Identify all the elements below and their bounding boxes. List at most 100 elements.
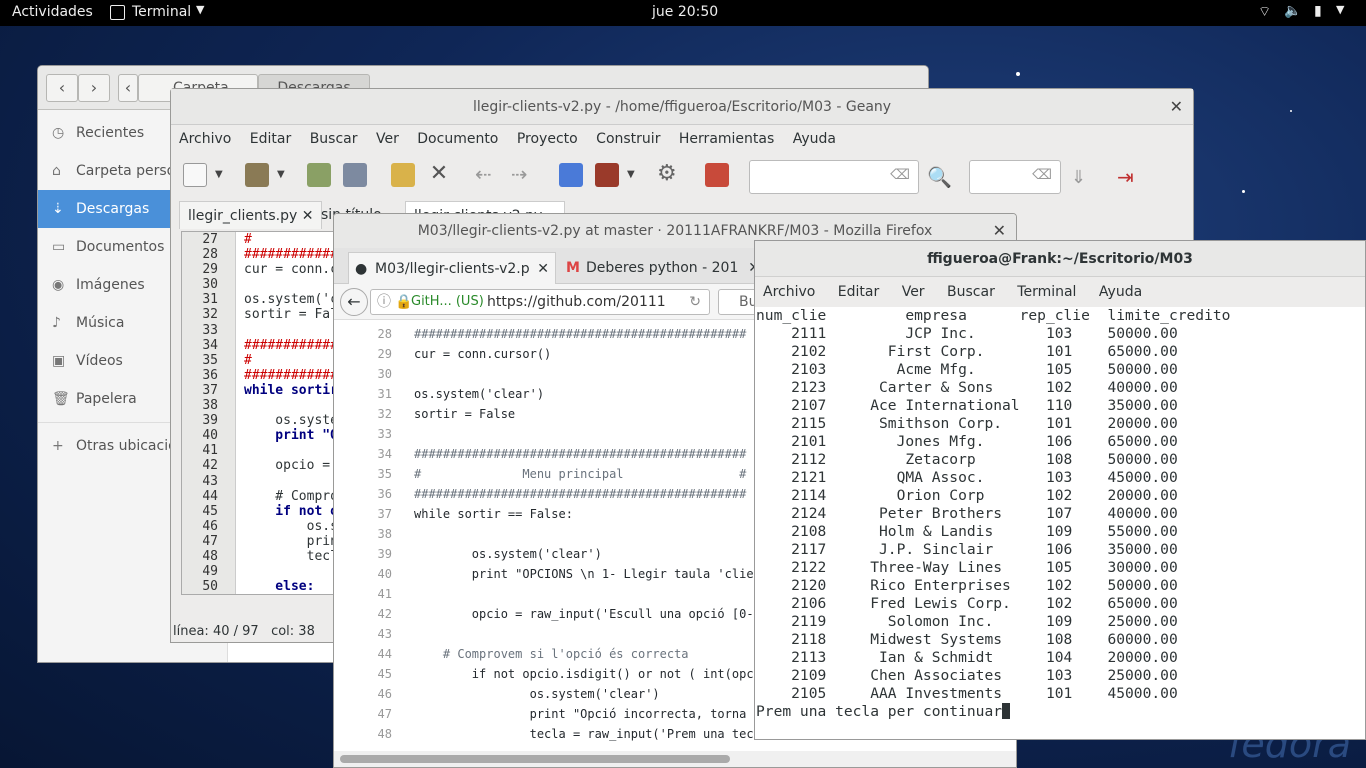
menu-documento[interactable]: Documento — [417, 131, 498, 147]
wifi-icon[interactable]: ⌔ — [1258, 3, 1271, 21]
chevron-down-icon[interactable]: ▼ — [1336, 3, 1344, 16]
quit-icon[interactable]: ⇥ — [1117, 165, 1134, 189]
forward-button[interactable]: › — [78, 74, 110, 102]
gear-icon[interactable]: ⚙ — [657, 163, 681, 187]
goto-line-input[interactable]: ⌫ — [969, 160, 1061, 194]
close-icon[interactable]: ✕ — [537, 253, 549, 285]
code-line: 28 ############ — [182, 247, 340, 262]
open-folder-icon[interactable] — [245, 163, 269, 187]
table-row: 2119 Solomon Inc. 109 25000.00 — [756, 613, 1178, 630]
build-icon[interactable] — [595, 163, 619, 187]
menu-editar[interactable]: Editar — [250, 131, 291, 147]
chevron-down-icon[interactable]: ▼ — [627, 163, 639, 187]
trash-icon: 🗑 — [52, 391, 70, 407]
line-number: 42 — [377, 607, 392, 621]
clear-icon[interactable]: ⌫ — [1032, 167, 1052, 183]
star — [1242, 190, 1245, 193]
line-text: cur = conn.cursor() — [414, 347, 552, 361]
clear-icon[interactable]: ⌫ — [890, 167, 910, 183]
menu-buscar[interactable]: Buscar — [310, 131, 358, 147]
menu-ayuda[interactable]: Ayuda — [793, 131, 836, 147]
search-input[interactable]: ⌫ — [749, 160, 919, 194]
chevron-down-icon[interactable]: ▼ — [196, 3, 204, 16]
menu-proyecto[interactable]: Proyecto — [517, 131, 578, 147]
activities-button[interactable]: Actividades — [12, 4, 93, 20]
menu-editar[interactable]: Editar — [838, 284, 879, 300]
new-file-icon[interactable] — [183, 163, 207, 187]
line-text: os.system('clear') — [414, 687, 660, 701]
line-number: 45 — [377, 667, 392, 681]
line-text: else: — [244, 579, 315, 595]
line-number: 42 — [202, 458, 218, 474]
line-text: ############ — [244, 367, 338, 383]
back-button[interactable]: ‹ — [46, 74, 78, 102]
line-number: 34 — [377, 447, 392, 461]
url-bar[interactable]: ⓘ 🔒 GitH... (US) https://github.com/2011… — [370, 289, 710, 315]
line-text: sortir = False — [414, 407, 516, 421]
code-line: 44 # Compro — [182, 489, 340, 504]
line-text: ############ — [244, 337, 338, 353]
tab-gmail[interactable]: M Deberes python - 201 ✕ — [560, 252, 760, 284]
menu-archivo[interactable]: Archivo — [179, 131, 231, 147]
clock[interactable]: jue 20:50 — [652, 4, 718, 20]
save-all-icon[interactable] — [343, 163, 367, 187]
terminal-titlebar: ffigueroa@Frank:~/Escritorio/M03 — [755, 241, 1365, 277]
close-icon[interactable]: ✕ — [302, 208, 314, 224]
save-icon[interactable] — [307, 163, 331, 187]
lock-icon: 🔒 — [395, 294, 413, 310]
search-icon[interactable]: 🔍 — [927, 165, 952, 189]
info-icon[interactable]: ⓘ — [377, 290, 391, 314]
table-row: 2123 Carter & Sons 102 40000.00 — [756, 379, 1178, 396]
scrollbar-thumb[interactable] — [340, 755, 730, 763]
chevron-down-icon[interactable]: ▼ — [277, 163, 289, 187]
scrollbar[interactable] — [334, 751, 1016, 767]
code-line: 46 os.s — [182, 519, 340, 534]
line-text: if not o — [244, 503, 338, 519]
code-line: 29 cur = conn.c — [182, 262, 340, 277]
line-text: print "Opció incorrecta, torna a — [414, 707, 761, 721]
back-arrow-icon[interactable]: ⇠ — [475, 163, 499, 187]
menu-terminal[interactable]: Terminal — [1017, 284, 1076, 300]
status-bar: línea: 40 / 97 col: 38 — [173, 624, 315, 639]
path-left-button[interactable]: ‹ — [118, 74, 138, 102]
line-number: 27 — [202, 232, 218, 247]
line-number: 48 — [377, 727, 392, 741]
menu-archivo[interactable]: Archivo — [763, 284, 815, 300]
jump-icon[interactable]: ⇓ — [1071, 167, 1086, 188]
close-icon[interactable]: ✕ — [1170, 89, 1183, 125]
line-number: 31 — [202, 292, 218, 308]
menu-herramientas[interactable]: Herramientas — [679, 131, 774, 147]
menu-ver[interactable]: Ver — [376, 131, 399, 147]
geany-editor[interactable]: 27 #28 ############ 29 cur = conn.c 30 31 os.sy… — [181, 231, 341, 595]
search-input[interactable]: Bu — [718, 289, 758, 315]
terminal-output[interactable]: num_clie empresa rep_clie limite_credito… — [755, 307, 1365, 721]
color-chooser-icon[interactable] — [705, 163, 729, 187]
star — [1290, 110, 1292, 112]
back-button[interactable]: ← — [340, 288, 368, 316]
code-line: 33 — [182, 323, 340, 338]
tab-github[interactable]: ● M03/llegir-clients-v2.p ✕ — [348, 252, 556, 284]
tab-llegir-clients[interactable]: llegir_clients.py ✕ — [179, 201, 323, 229]
reload-icon[interactable]: ↻ — [689, 290, 701, 314]
app-menu[interactable]: Terminal — [132, 4, 191, 20]
compile-icon[interactable] — [559, 163, 583, 187]
menu-buscar[interactable]: Buscar — [947, 284, 995, 300]
menu-construir[interactable]: Construir — [596, 131, 660, 147]
line-number: 51 — [182, 594, 218, 595]
line-text: opci — [244, 594, 338, 595]
chevron-down-icon[interactable]: ▼ — [215, 163, 227, 187]
music-icon: ♪ — [52, 315, 61, 331]
menu-ayuda[interactable]: Ayuda — [1099, 284, 1142, 300]
battery-icon[interactable]: ▮ — [1314, 3, 1322, 19]
revert-icon[interactable] — [391, 163, 415, 187]
code-line: 35 # — [182, 353, 340, 368]
terminal-icon — [110, 5, 125, 20]
line-number: 38 — [202, 398, 218, 414]
volume-icon[interactable]: 🔈 — [1284, 3, 1301, 19]
menu-ver[interactable]: Ver — [902, 284, 925, 300]
close-file-icon[interactable]: ✕ — [427, 163, 451, 187]
table-row: 2117 J.P. Sinclair 106 35000.00 — [756, 541, 1178, 558]
forward-arrow-icon[interactable]: ⇢ — [511, 163, 535, 187]
line-number: 46 — [377, 687, 392, 701]
line-text: ############ — [244, 247, 338, 263]
